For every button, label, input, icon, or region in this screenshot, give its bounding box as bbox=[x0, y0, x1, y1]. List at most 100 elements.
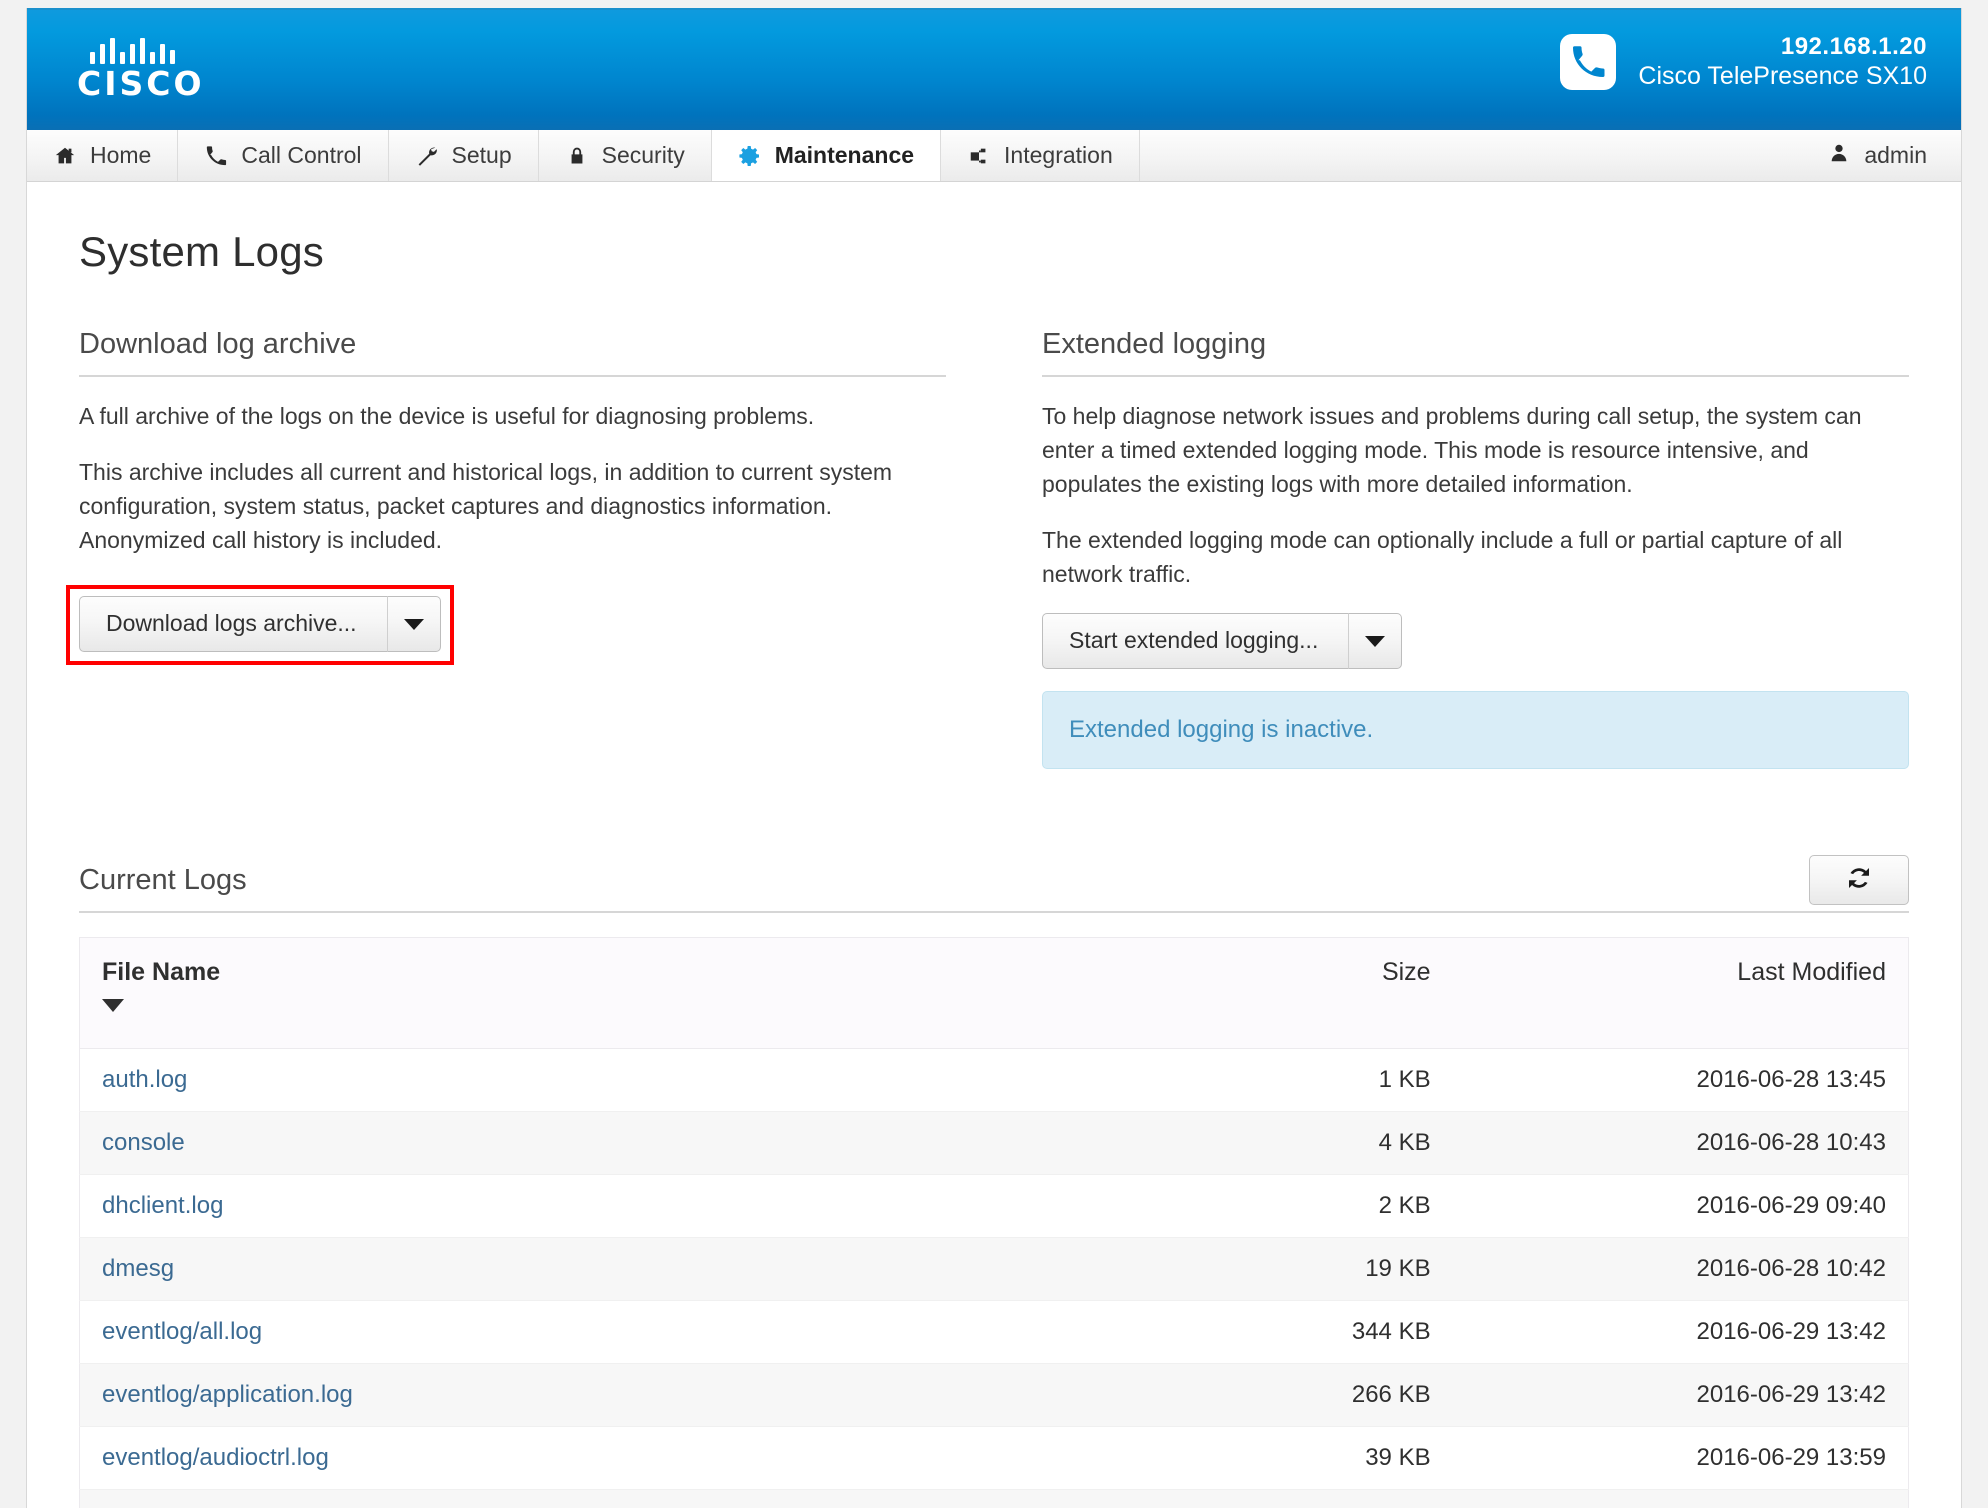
page-title: System Logs bbox=[79, 228, 324, 275]
extended-logging-section: Extended logging To help diagnose networ… bbox=[1042, 328, 1909, 770]
extended-paragraph-1: To help diagnose network issues and prob… bbox=[1042, 403, 1862, 498]
download-logs-archive-split-button[interactable]: Download logs archive... bbox=[79, 596, 441, 653]
extended-paragraph-2: The extended logging mode can optionally… bbox=[1042, 527, 1843, 588]
chevron-down-icon bbox=[1365, 635, 1386, 647]
log-file-link[interactable]: eventlog/audioctrl.log.first bbox=[79, 1489, 1214, 1508]
log-file-modified: 2016-06-29 09:40 bbox=[1452, 1174, 1909, 1239]
cisco-logo-bars bbox=[90, 38, 222, 64]
screenshot-root: CISCO 192.168.1.20 Cisco TelePresence SX… bbox=[0, 0, 1988, 1508]
home-icon bbox=[53, 144, 77, 168]
log-file-size: 19 KB bbox=[1213, 1237, 1453, 1302]
main-navigation: Home Call Control Setup Security Mainten bbox=[27, 130, 1961, 182]
nav-item-call-control[interactable]: Call Control bbox=[178, 130, 389, 181]
refresh-icon bbox=[1844, 863, 1874, 898]
table-row[interactable]: auth.log 1 KB 2016-06-28 13:45 bbox=[79, 1048, 1909, 1113]
column-header-size[interactable]: Size bbox=[1213, 937, 1453, 1050]
nav-item-user[interactable]: admin bbox=[1808, 130, 1961, 181]
log-file-modified: 2016-06-28 10:43 bbox=[1452, 1111, 1909, 1176]
device-info: 192.168.1.20 Cisco TelePresence SX10 bbox=[1560, 32, 1927, 92]
nav-item-setup[interactable]: Setup bbox=[389, 130, 539, 181]
application-window: CISCO 192.168.1.20 Cisco TelePresence SX… bbox=[26, 8, 1962, 1508]
current-logs-header-row: Current Logs bbox=[79, 855, 1909, 911]
logs-table-header-row: File Name Size Last Modified bbox=[79, 937, 1909, 1050]
table-row[interactable]: dmesg 19 KB 2016-06-28 10:42 bbox=[79, 1237, 1909, 1302]
phone-handset-icon bbox=[204, 144, 228, 168]
nav-label-home: Home bbox=[90, 142, 152, 168]
refresh-button[interactable] bbox=[1809, 855, 1909, 906]
log-file-modified: 2016-06-29 13:42 bbox=[1452, 1363, 1909, 1428]
log-file-size: 266 KB bbox=[1213, 1363, 1453, 1428]
download-button-highlight-box: Download logs archive... bbox=[66, 585, 454, 666]
log-file-link[interactable]: auth.log bbox=[79, 1048, 1214, 1113]
gear-icon bbox=[738, 144, 762, 168]
log-file-link[interactable]: dmesg bbox=[79, 1237, 1214, 1302]
page-content: System Logs Download log archive A full … bbox=[27, 228, 1961, 1508]
user-icon bbox=[1828, 142, 1850, 170]
nav-user-label: admin bbox=[1864, 142, 1927, 168]
nav-item-integration[interactable]: Integration bbox=[941, 130, 1140, 181]
nav-item-home[interactable]: Home bbox=[27, 130, 179, 181]
download-log-archive-section: Download log archive A full archive of t… bbox=[66, 328, 946, 769]
device-ip-address: 192.168.1.20 bbox=[1780, 33, 1927, 60]
logs-table-body: auth.log 1 KB 2016-06-28 13:45 console 4… bbox=[79, 1048, 1909, 1508]
log-file-link[interactable]: eventlog/all.log bbox=[79, 1300, 1214, 1365]
current-logs-table: File Name Size Last Modified auth.log 1 … bbox=[79, 937, 1909, 1508]
wrench-icon bbox=[415, 144, 439, 168]
download-paragraph-2: This archive includes all current and hi… bbox=[79, 459, 893, 554]
table-row[interactable]: eventlog/audioctrl.log 39 KB 2016-06-29 … bbox=[79, 1426, 1909, 1491]
log-file-modified: 2016-06-28 23:24 bbox=[1452, 1489, 1909, 1508]
nav-item-security[interactable]: Security bbox=[539, 130, 712, 181]
current-logs-heading: Current Logs bbox=[79, 864, 247, 897]
log-file-modified: 2016-06-28 13:45 bbox=[1452, 1048, 1909, 1113]
chevron-down-icon bbox=[403, 618, 424, 630]
column-header-last-modified[interactable]: Last Modified bbox=[1452, 937, 1909, 1050]
log-file-link[interactable]: eventlog/application.log bbox=[79, 1363, 1214, 1428]
log-file-size: 4 KB bbox=[1213, 1111, 1453, 1176]
logs-table-head: File Name Size Last Modified bbox=[79, 937, 1909, 1050]
log-file-link[interactable]: eventlog/audioctrl.log bbox=[79, 1426, 1214, 1491]
table-row[interactable]: console 4 KB 2016-06-28 10:43 bbox=[79, 1111, 1909, 1176]
log-file-modified: 2016-06-29 13:42 bbox=[1452, 1300, 1909, 1365]
app-header: CISCO 192.168.1.20 Cisco TelePresence SX… bbox=[27, 8, 1961, 130]
two-column-layout: Download log archive A full archive of t… bbox=[66, 328, 1909, 770]
nav-label-security: Security bbox=[601, 142, 685, 168]
start-extended-logging-button[interactable]: Start extended logging... bbox=[1042, 613, 1349, 670]
download-section-heading: Download log archive bbox=[79, 328, 357, 360]
nav-label-call-control: Call Control bbox=[241, 142, 362, 168]
nav-label-maintenance: Maintenance bbox=[774, 142, 915, 168]
nav-label-integration: Integration bbox=[1004, 142, 1113, 168]
section-divider bbox=[79, 375, 946, 377]
table-row[interactable]: eventlog/application.log 266 KB 2016-06-… bbox=[79, 1363, 1909, 1428]
download-logs-archive-button[interactable]: Download logs archive... bbox=[79, 596, 387, 653]
start-extended-logging-dropdown-button[interactable] bbox=[1348, 613, 1403, 670]
nav-item-maintenance[interactable]: Maintenance bbox=[710, 130, 942, 181]
lock-icon bbox=[565, 144, 589, 168]
column-header-file-name[interactable]: File Name bbox=[79, 937, 1214, 1050]
phone-icon bbox=[1560, 33, 1617, 90]
extended-section-heading: Extended logging bbox=[1042, 328, 1267, 360]
start-extended-logging-split-button[interactable]: Start extended logging... bbox=[1042, 613, 1403, 670]
log-file-size: 2 KB bbox=[1213, 1174, 1453, 1239]
current-logs-divider bbox=[79, 911, 1909, 914]
device-model-name: Cisco TelePresence SX10 bbox=[1638, 62, 1927, 91]
column-header-file-name-label: File Name bbox=[102, 958, 221, 987]
log-file-link[interactable]: console bbox=[79, 1111, 1214, 1176]
table-row[interactable]: eventlog/all.log 344 KB 2016-06-29 13:42 bbox=[79, 1300, 1909, 1365]
log-file-size: 1 KB bbox=[1213, 1048, 1453, 1113]
section-divider bbox=[1042, 375, 1909, 377]
log-file-size: 39 KB bbox=[1213, 1426, 1453, 1491]
download-paragraph-1: A full archive of the logs on the device… bbox=[79, 403, 815, 429]
log-file-link[interactable]: dhclient.log bbox=[79, 1174, 1214, 1239]
log-file-size: 344 KB bbox=[1213, 1300, 1453, 1365]
sort-descending-caret-icon[interactable] bbox=[102, 999, 124, 1013]
download-logs-archive-dropdown-button[interactable] bbox=[386, 596, 441, 653]
extended-logging-status-banner: Extended logging is inactive. bbox=[1042, 691, 1909, 770]
log-file-size: 513 KB bbox=[1213, 1489, 1453, 1508]
integration-icon bbox=[967, 144, 991, 168]
table-row[interactable]: dhclient.log 2 KB 2016-06-29 09:40 bbox=[79, 1174, 1909, 1239]
cisco-logo[interactable]: CISCO bbox=[77, 38, 222, 100]
table-row[interactable]: eventlog/audioctrl.log.first 513 KB 2016… bbox=[79, 1489, 1909, 1508]
log-file-modified: 2016-06-28 10:42 bbox=[1452, 1237, 1909, 1302]
nav-label-setup: Setup bbox=[451, 142, 512, 168]
